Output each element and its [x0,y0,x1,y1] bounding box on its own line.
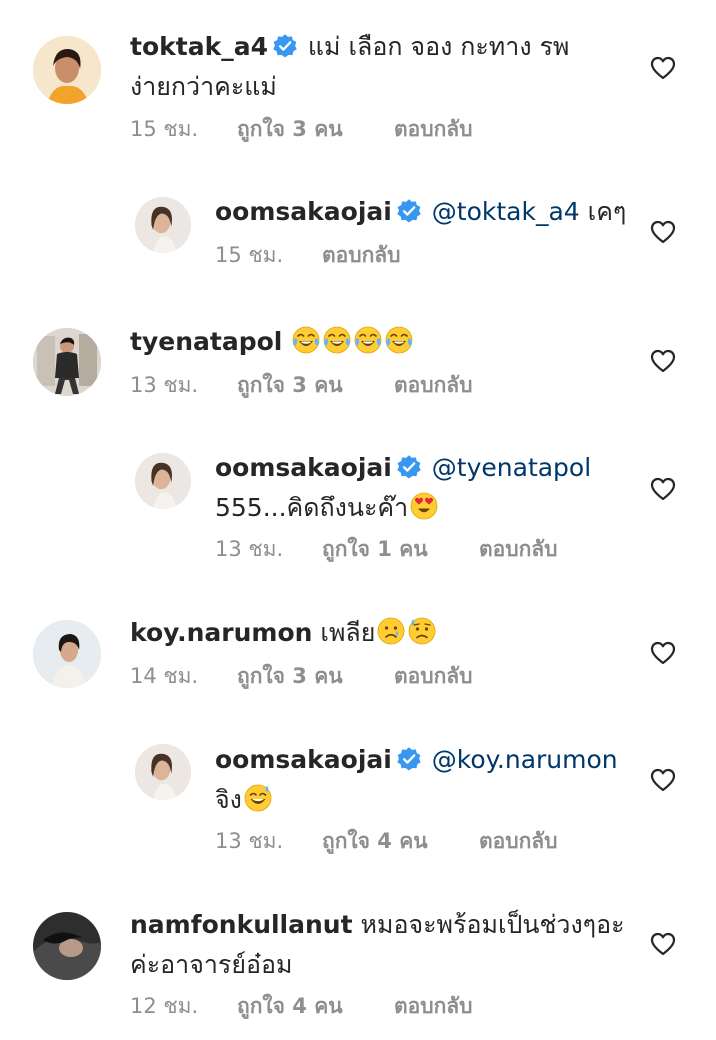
reply-text: oomsakaojai @koy.narumon จิง [215,740,645,820]
sad-sweat-face-emoji [407,616,437,646]
avatar[interactable] [33,36,101,104]
avatar[interactable] [33,328,101,396]
like-heart-icon[interactable] [650,220,676,244]
reply-button[interactable]: ตอบกลับ [322,240,401,270]
mention-link[interactable]: @koy.narumon [432,745,618,774]
timestamp: 13 ชม. [130,373,199,397]
username[interactable]: oomsakaojai [215,197,392,226]
tears-of-joy-emoji [291,325,321,355]
username[interactable]: oomsakaojai [215,745,392,774]
reply-button[interactable]: ตอบกลับ [394,370,473,400]
username[interactable]: tyenatapol [130,327,282,356]
like-heart-icon[interactable] [650,641,676,665]
reply-body: จิง [215,785,242,814]
comment-body-line2: ค่ะอาจารย์อ๋อม [130,950,293,979]
comment-body: เพลีย [320,618,376,647]
likes-count[interactable]: ถูกใจ 3 คน [237,661,343,691]
avatar[interactable] [33,620,101,688]
verified-badge-icon [396,454,422,480]
avatar[interactable] [135,744,191,800]
comment-body-line2: ง่ายกว่าคะแม่ [130,72,277,101]
reply-button[interactable]: ตอบกลับ [394,661,473,691]
timestamp: 15 ชม. [215,243,284,267]
timestamp: 15 ชม. [130,117,199,141]
likes-count[interactable]: ถูกใจ 4 คน [237,991,343,1021]
mention-link[interactable]: @tyenatapol [432,453,591,482]
likes-count[interactable]: ถูกใจ 3 คน [237,114,343,144]
reply-body: เคๆ [587,197,627,226]
timestamp: 13 ชม. [215,829,284,853]
timestamp: 13 ชม. [215,537,284,561]
like-heart-icon[interactable] [650,56,676,80]
like-heart-icon[interactable] [650,349,676,373]
comment-text: koy.narumon เพลีย [130,613,660,653]
timestamp: 14 ชม. [130,664,199,688]
verified-badge-icon [396,198,422,224]
username[interactable]: namfonkullanut [130,910,353,939]
likes-count[interactable]: ถูกใจ 4 คน [322,826,428,856]
like-heart-icon[interactable] [650,477,676,501]
reply-text: oomsakaojai @toktak_a4 เคๆ [215,192,645,232]
comment-text: tyenatapol [130,322,660,362]
username[interactable]: toktak_a4 [130,32,268,61]
avatar[interactable] [33,912,101,980]
reply-body: 555...คิดถึงนะค๊า [215,493,409,522]
like-heart-icon[interactable] [650,932,676,956]
mention-link[interactable]: @toktak_a4 [432,197,580,226]
reply-button[interactable]: ตอบกลับ [394,114,473,144]
reply-button[interactable]: ตอบกลับ [479,534,558,564]
avatar[interactable] [135,453,191,509]
like-heart-icon[interactable] [650,768,676,792]
avatar[interactable] [135,197,191,253]
tears-of-joy-emoji [384,325,414,355]
comment-text: namfonkullanut หมอจะพร้อมเป็นช่วงๆอะ ค่ะ… [130,905,660,985]
tears-of-joy-emoji [353,325,383,355]
likes-count[interactable]: ถูกใจ 1 คน [322,534,428,564]
reply-button[interactable]: ตอบกลับ [394,991,473,1021]
grinning-sweat-emoji [243,783,273,813]
reply-button[interactable]: ตอบกลับ [479,826,558,856]
comment-body-line1: แม่ เลือก จอง กะทาง รพ [307,32,570,61]
username[interactable]: oomsakaojai [215,453,392,482]
comment-body-line1: หมอจะพร้อมเป็นช่วงๆอะ [360,910,625,939]
crying-face-emoji [376,616,406,646]
tears-of-joy-emoji [322,325,352,355]
comment-text: toktak_a4 แม่ เลือก จอง กะทาง รพ ง่ายกว่… [130,27,660,107]
likes-count[interactable]: ถูกใจ 3 คน [237,370,343,400]
timestamp: 12 ชม. [130,994,199,1018]
verified-badge-icon [396,746,422,772]
reply-text: oomsakaojai @tyenatapol 555...คิดถึงนะค๊… [215,448,645,528]
verified-badge-icon [272,33,298,59]
heart-eyes-emoji [409,491,439,521]
username[interactable]: koy.narumon [130,618,312,647]
